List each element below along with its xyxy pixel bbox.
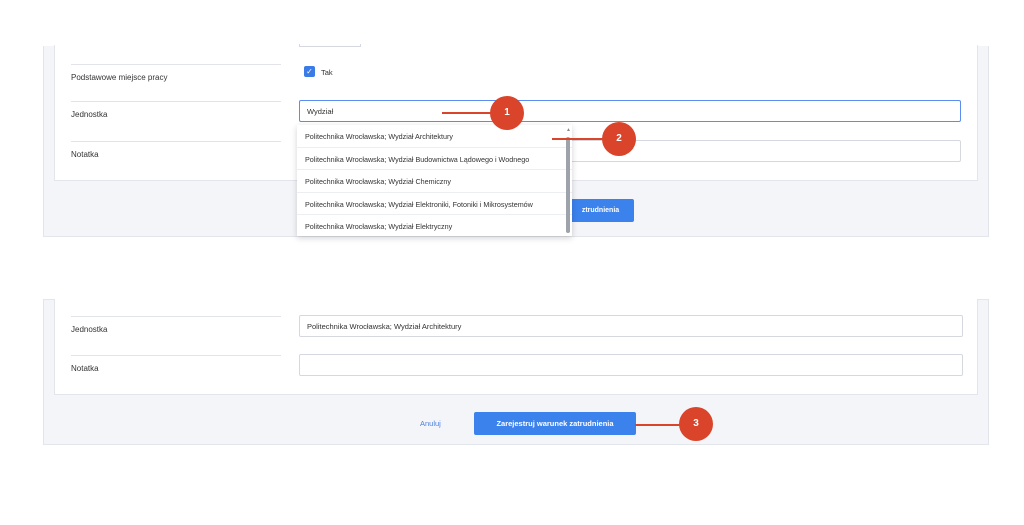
cancel-link[interactable]: Anuluj bbox=[420, 419, 441, 428]
register-employment-button[interactable]: Zarejestruj warunek zatrudnienia bbox=[474, 412, 636, 435]
unit-dropdown-list: Politechnika Wrocławska; Wydział Archite… bbox=[297, 125, 572, 236]
unit-input[interactable]: Politechnika Wrocławska; Wydział Archite… bbox=[299, 315, 963, 337]
callout-line-2 bbox=[552, 138, 604, 140]
primary-workplace-label: Podstawowe miejsce pracy bbox=[71, 64, 281, 100]
note-label: Notatka bbox=[71, 141, 281, 177]
unit-label: Jednostka bbox=[71, 316, 281, 352]
callout-badge-3: 3 bbox=[679, 407, 713, 441]
dropdown-scrollbar[interactable]: ▲ bbox=[566, 128, 571, 233]
dropdown-option[interactable]: Politechnika Wrocławska; Wydział Archite… bbox=[297, 125, 572, 148]
primary-workplace-checkbox[interactable]: ✓ bbox=[304, 66, 315, 77]
callout-badge-1: 1 bbox=[490, 96, 524, 130]
dropdown-option[interactable]: Politechnika Wrocławska; Wydział Budowni… bbox=[297, 148, 572, 170]
dropdown-option[interactable]: Politechnika Wrocławska; Wydział Elektry… bbox=[297, 215, 572, 236]
unit-label: Jednostka bbox=[71, 101, 281, 137]
bottom-panel: Jednostka Politechnika Wrocławska; Wydzi… bbox=[43, 299, 989, 445]
callout-badge-2: 2 bbox=[602, 122, 636, 156]
scrollbar-thumb[interactable] bbox=[566, 137, 570, 233]
dropdown-option[interactable]: Politechnika Wrocławska; Wydział Chemicz… bbox=[297, 170, 572, 193]
bottom-form-card: Jednostka Politechnika Wrocławska; Wydzi… bbox=[54, 299, 978, 395]
note-input[interactable] bbox=[299, 354, 963, 376]
previous-field-stub bbox=[299, 44, 361, 47]
unit-search-input[interactable]: Wydział bbox=[299, 100, 961, 122]
dropdown-option[interactable]: Politechnika Wrocławska; Wydział Elektro… bbox=[297, 193, 572, 215]
primary-workplace-value: Tak bbox=[321, 68, 333, 77]
callout-line-1 bbox=[442, 112, 492, 114]
scroll-up-icon[interactable]: ▲ bbox=[566, 128, 571, 133]
note-label: Notatka bbox=[71, 355, 281, 391]
check-icon: ✓ bbox=[306, 67, 313, 76]
callout-line-3 bbox=[635, 424, 681, 426]
